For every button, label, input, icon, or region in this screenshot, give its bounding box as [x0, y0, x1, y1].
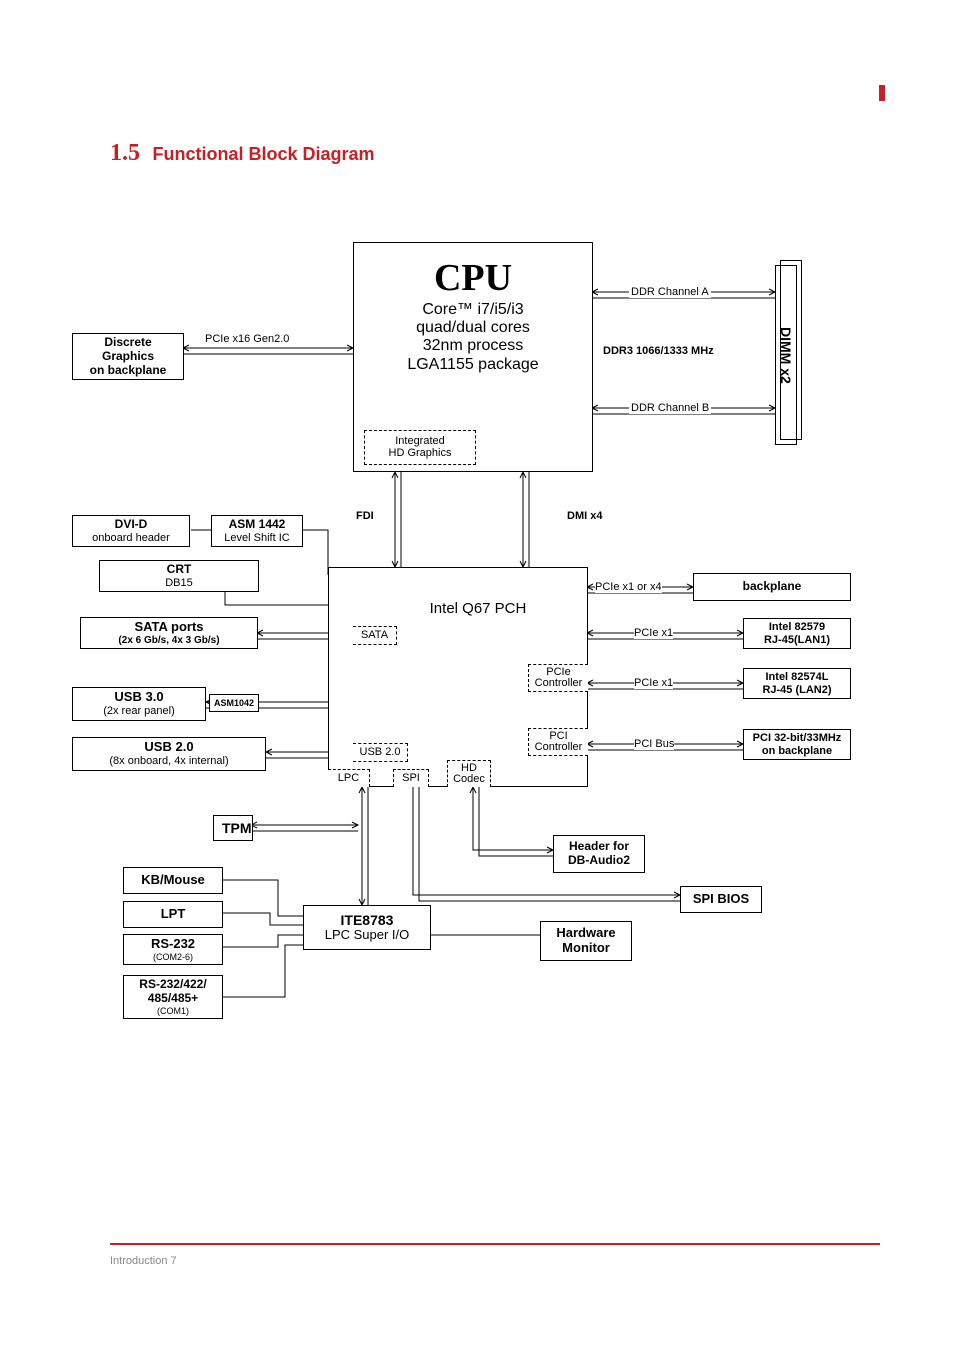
pch-hd: HD Codec	[447, 760, 491, 787]
dbaudio-block: Header for DB-Audio2	[553, 835, 645, 873]
usb20-l2: (8x onboard, 4x internal)	[77, 755, 261, 768]
sata-ports-block: SATA ports (2x 6 Gb/s, 4x 3 Gb/s)	[80, 617, 258, 649]
rs232-block: RS-232 (COM2-6)	[123, 934, 223, 965]
pch-lpc: LPC	[328, 769, 370, 787]
header-accent	[879, 85, 885, 101]
cpu-gfx-l1: Integrated	[367, 435, 473, 448]
dvi-l1: DVI-D	[77, 518, 185, 532]
ite-l1: ITE8783	[310, 912, 424, 928]
pcie-x1b-label: PCIe x1	[634, 677, 673, 689]
rs485-l2: 485/485+	[128, 992, 218, 1006]
asm1442-l2: Level Shift IC	[216, 532, 298, 545]
crt-l1: CRT	[104, 563, 254, 577]
ddr-a-label: DDR Channel A	[629, 286, 711, 298]
cpu-block: CPU Core™ i7/i5/i3 quad/dual cores 32nm …	[353, 242, 593, 472]
hwm-l1: Hardware	[545, 926, 627, 941]
pch-pcie: PCIe Controller	[528, 664, 588, 692]
kbm-block: KB/Mouse	[123, 867, 223, 894]
dmi-label: DMI x4	[567, 510, 602, 522]
dvi-l2: onboard header	[77, 532, 185, 545]
lan2-block: Intel 82574L RJ-45 (LAN2)	[743, 668, 851, 699]
rs232-485-block: RS-232/422/ 485/485+ (COM1)	[123, 975, 223, 1019]
cpu-title: CPU	[358, 257, 588, 301]
hwmon-block: Hardware Monitor	[540, 921, 632, 961]
pch-usb2: USB 2.0	[353, 743, 408, 762]
cpu-line2: quad/dual cores	[358, 319, 588, 337]
rs232-l1: RS-232	[128, 937, 218, 952]
lan1-block: Intel 82579 RJ-45(LAN1)	[743, 618, 851, 649]
ddr-b-label: DDR Channel B	[629, 402, 711, 414]
ite8783-block: ITE8783 LPC Super I/O	[303, 905, 431, 950]
discrete-gfx-l1: Discrete Graphics	[77, 336, 179, 364]
rs485-l3: (COM1)	[128, 1006, 218, 1016]
tpm-block: TPM	[213, 815, 253, 841]
dimm-block: DIMM x2	[775, 265, 797, 445]
dba-l2: DB-Audio2	[558, 854, 640, 868]
cpu-line1: Core™ i7/i5/i3	[358, 301, 588, 319]
asm1042-block: ASM1042	[209, 694, 259, 712]
footer-text: Introduction 7	[110, 1255, 177, 1267]
lan2-l1: Intel 82574L	[748, 671, 846, 684]
pch-spi: SPI	[393, 769, 429, 787]
pch-pcie-text: PCIe Controller	[535, 666, 583, 689]
pch-block: Intel Q67 PCH SATA PCIe Controller PCI C…	[328, 567, 588, 787]
lan1-l1: Intel 82579	[748, 621, 846, 634]
dimm-label: DIMM x2	[778, 327, 794, 384]
pci32-l1: PCI 32-bit/33MHz	[748, 732, 846, 745]
hwm-l2: Monitor	[545, 941, 627, 956]
usb20-l1: USB 2.0	[77, 740, 261, 755]
lpt-block: LPT	[123, 901, 223, 928]
cpu-gfx-l2: HD Graphics	[367, 447, 473, 460]
pci32-l2: on backplane	[748, 745, 846, 758]
rs485-l1: RS-232/422/	[128, 978, 218, 992]
spibios-block: SPI BIOS	[680, 886, 762, 913]
section-title: Functional Block Diagram	[152, 144, 374, 164]
usb30-block: USB 3.0 (2x rear panel)	[72, 687, 206, 721]
ite-l2: LPC Super I/O	[310, 928, 424, 943]
pch-pci: PCI Controller	[528, 728, 588, 756]
cpu-line3: 32nm process	[358, 337, 588, 355]
fdi-label: FDI	[356, 510, 374, 522]
usb30-l2: (2x rear panel)	[77, 705, 201, 718]
usb20-block: USB 2.0 (8x onboard, 4x internal)	[72, 737, 266, 771]
pch-sata: SATA	[353, 626, 397, 645]
asm1442-block: ASM 1442 Level Shift IC	[211, 515, 303, 547]
pci32-block: PCI 32-bit/33MHz on backplane	[743, 729, 851, 760]
cpu-line4: LGA1155 package	[358, 356, 588, 374]
pci-bus-label: PCI Bus	[634, 738, 674, 750]
pcie-x1x4-label: PCIe x1 or x4	[595, 581, 662, 593]
usb30-l1: USB 3.0	[77, 690, 201, 705]
pch-pci-text: PCI Controller	[535, 730, 583, 753]
lan1-l2: RJ-45(LAN1)	[748, 634, 846, 647]
section-number: 1.5	[110, 140, 140, 166]
ddr-spec-label: DDR3 1066/1333 MHz	[603, 345, 714, 357]
dba-l1: Header for	[558, 840, 640, 854]
pcie-x1a-label: PCIe x1	[634, 627, 673, 639]
pcie16-label: PCIe x16 Gen2.0	[205, 333, 289, 345]
rs232-l2: (COM2-6)	[128, 952, 218, 962]
sata-l2: (2x 6 Gb/s, 4x 3 Gb/s)	[85, 635, 253, 647]
lan2-l2: RJ-45 (LAN2)	[748, 684, 846, 697]
asm1442-l1: ASM 1442	[216, 518, 298, 532]
section-heading: 1.5 Functional Block Diagram	[110, 140, 375, 167]
crt-l2: DB15	[104, 577, 254, 590]
sata-l1: SATA ports	[85, 620, 253, 635]
pch-title: Intel Q67 PCH	[373, 600, 583, 617]
cpu-integrated-gfx: Integrated HD Graphics	[364, 430, 476, 465]
dvi-block: DVI-D onboard header	[72, 515, 190, 547]
backplane-block: backplane	[693, 573, 851, 601]
pch-hd-text: HD Codec	[453, 762, 485, 785]
discrete-gfx-l2: on backplane	[77, 364, 179, 378]
block-diagram: CPU Core™ i7/i5/i3 quad/dual cores 32nm …	[75, 235, 885, 1175]
footer-rule	[110, 1243, 880, 1245]
discrete-gfx-block: Discrete Graphics on backplane	[72, 333, 184, 380]
crt-block: CRT DB15	[99, 560, 259, 592]
